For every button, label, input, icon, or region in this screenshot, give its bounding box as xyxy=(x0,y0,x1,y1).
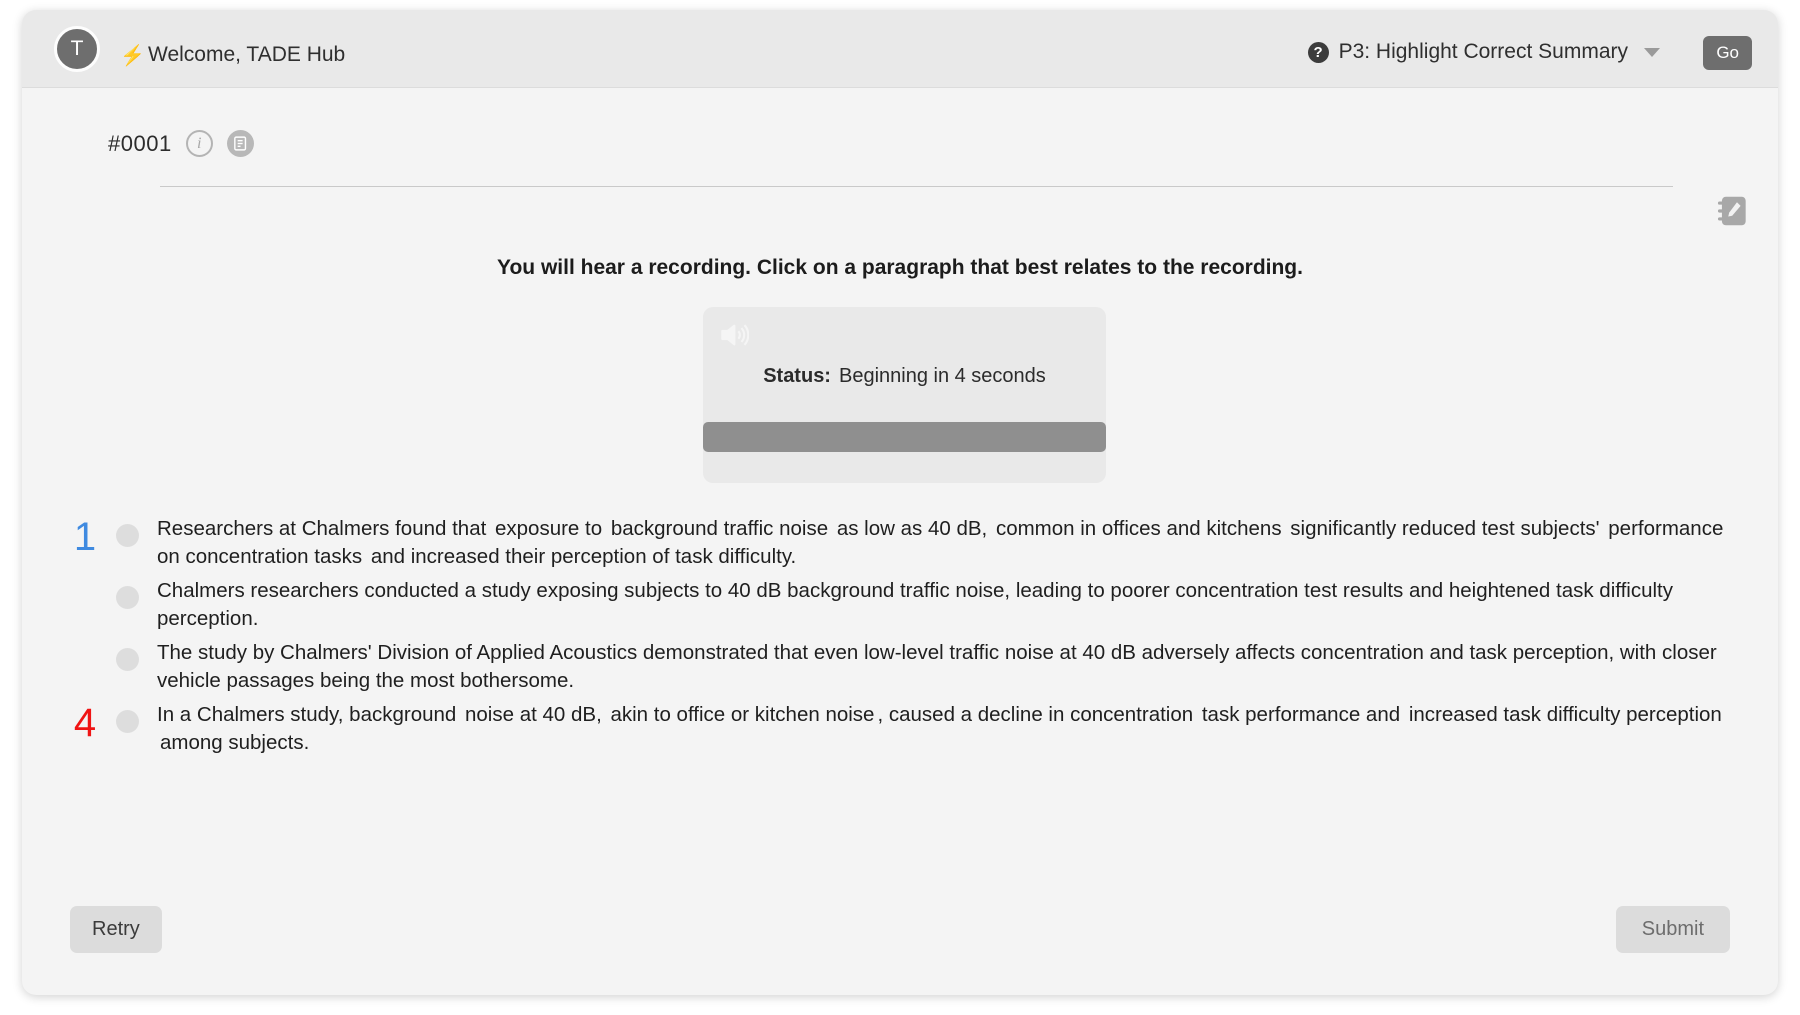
audio-status: Status: Beginning in 4 seconds xyxy=(703,365,1106,388)
info-icon[interactable]: i xyxy=(185,130,213,157)
highlight-span[interactable]: , caused a decline in concentration xyxy=(874,701,1196,728)
audio-player: Status: Beginning in 4 seconds xyxy=(703,307,1106,483)
submit-button[interactable]: Submit xyxy=(1615,906,1730,953)
paragraph-radio[interactable] xyxy=(116,710,139,733)
paragraph-marker: 1 xyxy=(73,515,97,559)
paragraph-option[interactable]: 1 Researchers at Chalmers found that expo… xyxy=(68,515,1754,577)
notes-icon[interactable] xyxy=(226,130,254,157)
retry-button[interactable]: Retry xyxy=(70,906,162,953)
task-selector-dropdown[interactable]: ? P3: Highlight Correct Summary xyxy=(1307,40,1660,64)
audio-status-label: Status: xyxy=(763,365,831,387)
paragraph-option[interactable]: Chalmers researchers conducted a study e… xyxy=(68,577,1754,639)
go-button[interactable]: Go xyxy=(1703,36,1752,70)
chevron-down-icon[interactable] xyxy=(1644,47,1660,57)
paragraph-marker: 4 xyxy=(73,701,97,745)
help-icon[interactable]: ? xyxy=(1307,41,1329,63)
welcome-text: Welcome, TADE Hub xyxy=(148,43,346,66)
paragraph-option[interactable]: The study by Chalmers' Division of Appli… xyxy=(68,639,1754,701)
paragraph-option[interactable]: 4 In a Chalmers study, background noise a… xyxy=(68,701,1754,763)
audio-status-value: Beginning in 4 seconds xyxy=(838,365,1046,387)
paragraph-radio[interactable] xyxy=(116,586,139,609)
task-selector-label: P3: Highlight Correct Summary xyxy=(1338,40,1628,63)
divider xyxy=(160,186,1673,187)
highlight-span[interactable]: significantly reduced test subjects' xyxy=(1282,515,1609,542)
highlight-span[interactable]: noise at 40 dB, xyxy=(462,701,605,728)
app-header: T ⚡ Welcome, TADE Hub ? P3: Highlight Co… xyxy=(22,10,1778,88)
item-id-label: #0001 xyxy=(108,130,172,156)
paragraph-list: 1 Researchers at Chalmers found that expo… xyxy=(68,515,1754,763)
audio-progress-bar[interactable] xyxy=(703,422,1106,452)
instruction-text: You will hear a recording. Click on a pa… xyxy=(497,256,1303,279)
bolt-icon: ⚡ xyxy=(120,45,145,67)
avatar[interactable]: T xyxy=(54,26,100,72)
highlight-span[interactable]: as low as 40 dB, xyxy=(828,515,990,542)
highlight-span[interactable]: exposure to xyxy=(492,515,611,542)
paragraph-text[interactable]: Chalmers researchers conducted a study e… xyxy=(157,577,1754,634)
paragraph-text[interactable]: Researchers at Chalmers found that expos… xyxy=(157,515,1754,572)
paragraph-radio[interactable] xyxy=(116,524,139,547)
app-window: T ⚡ Welcome, TADE Hub ? P3: Highlight Co… xyxy=(22,10,1778,995)
highlight-span[interactable]: and increased their perception of task d… xyxy=(362,543,799,570)
notebook-edit-icon[interactable] xyxy=(1712,190,1754,232)
paragraph-text[interactable]: In a Chalmers study, background noise at… xyxy=(157,701,1754,758)
speaker-icon[interactable] xyxy=(715,317,751,353)
paragraph-radio[interactable] xyxy=(116,648,139,671)
item-id-row: #0001 i xyxy=(108,130,254,157)
paragraph-text[interactable]: The study by Chalmers' Division of Appli… xyxy=(157,639,1754,696)
